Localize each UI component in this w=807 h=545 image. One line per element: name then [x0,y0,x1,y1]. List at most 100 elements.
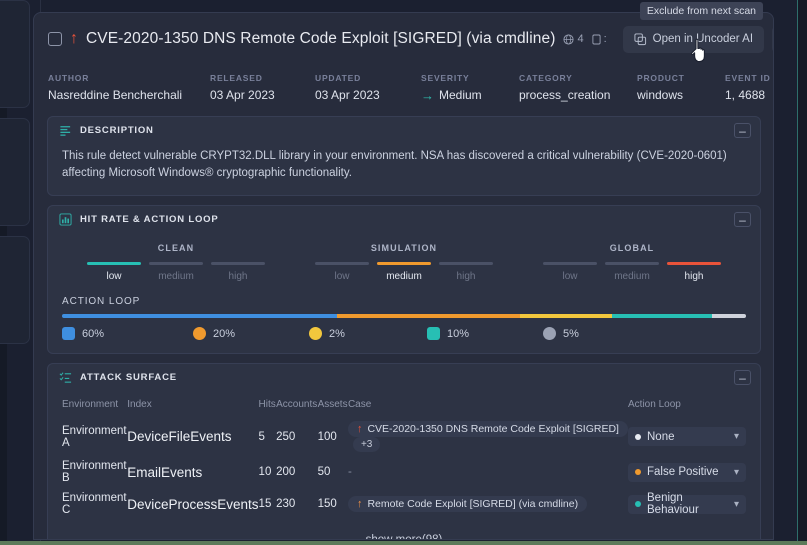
action-loop-select-row-1[interactable]: None ▾ [628,427,746,446]
cell-accounts: 230 [276,488,317,520]
action-loop-value: None [647,431,675,443]
hit-rate-group-global: GLOBAL low medium high [518,243,746,282]
seg-bar [377,262,431,265]
show-more-row: show more(98) [62,520,746,540]
cell-index: DeviceProcessEvents [127,488,258,520]
hit-rate-card-header[interactable]: HIT RATE & ACTION LOOP – [48,206,760,233]
seg-bar [315,262,369,265]
cell-environment: Environment C [62,488,127,520]
action-loop-bar-segment-investigation [520,314,612,318]
case-chip[interactable]: ↑ CVE-2020-1350 DNS Remote Code Exploit … [348,421,628,437]
meta-updated-key: UPDATED [315,73,421,83]
cell-action-loop: False Positive ▾ [628,456,746,488]
hit-rate-clean-segments: low medium high [87,262,265,282]
action-loop-value: Benign Behaviour [647,492,728,516]
cell-action-loop: Benign Behaviour ▾ [628,488,746,520]
no-action-icon [543,327,556,340]
right-rail [798,0,807,545]
action-loop-bar-segment-benign [612,314,712,318]
hit-rate-clean-medium: medium [149,262,203,282]
meta-severity: SEVERITY → Medium [421,73,519,102]
rule-select-checkbox[interactable] [48,32,62,46]
meta-author-key: AUTHOR [48,73,210,83]
case-up-arrow-icon: ↑ [357,499,363,510]
background-card [0,236,30,344]
warning-triangle-icon [62,327,75,340]
attack-surface-card: ATTACK SURFACE – Environment Index Hits … [47,363,761,540]
background-card-column [0,0,34,545]
background-card [0,0,30,108]
hit-rate-group-clean-title: CLEAN [158,243,195,253]
meta-product-value: windows [637,88,725,102]
rule-header: ↑ CVE-2020-1350 DNS Remote Code Exploit … [34,13,773,65]
attack-surface-card-header[interactable]: ATTACK SURFACE – [48,364,760,391]
background-card [0,118,30,226]
benign-icon [427,327,440,340]
meta-released-value: 03 Apr 2023 [210,88,315,102]
meta-severity-value-wrap: → Medium [421,88,519,102]
action-loop-bar-segment-incident [62,314,337,318]
th-hits: Hits [259,395,277,417]
hit-rate-global-segments: low medium high [543,262,721,282]
device-icon [592,34,601,45]
description-title: DESCRIPTION [80,125,154,136]
mouse-cursor-pointer [690,38,712,64]
th-index: Index [127,395,258,417]
seg-bar [211,262,265,265]
cell-hits: 15 [259,488,277,520]
hit-rate-collapse-button[interactable]: – [734,212,751,227]
meta-released: RELEASED 03 Apr 2023 [210,73,315,102]
cell-case: ↑ CVE-2020-1350 DNS Remote Code Exploit … [348,417,628,456]
attack-surface-body: Environment Index Hits Accounts Assets C… [48,391,760,540]
action-loop-legend-item: 20% [193,327,309,340]
rule-detail-panel: ↑ CVE-2020-1350 DNS Remote Code Exploit … [33,12,774,540]
action-loop-legend: 60% 20% 2% 10% 5% [62,327,746,340]
device-count-value: : [604,33,607,45]
case-overflow-badge[interactable]: +3 [353,437,380,452]
action-loop-legend-value: 20% [213,328,235,340]
table-row[interactable]: Environment A DeviceFileEvents 5 250 100… [62,417,746,456]
meta-category-value: process_creation [519,88,637,102]
cell-action-loop: None ▾ [628,417,746,456]
hit-rate-groups: CLEAN low medium high [62,237,746,284]
action-loop-legend-value: 5% [563,328,579,340]
action-loop-legend-value: 2% [329,328,345,340]
show-more-link[interactable]: show more(98) [366,534,443,540]
action-loop-select-row-2[interactable]: False Positive ▾ [628,463,746,482]
meta-released-key: RELEASED [210,73,315,83]
status-dot [635,501,641,507]
hunt-button[interactable]: Hunt [772,26,774,53]
action-loop-legend-item: 60% [62,327,193,340]
chevron-down-icon: ▾ [734,467,739,478]
chevron-down-icon: ▾ [734,499,739,510]
cell-hits: 10 [259,456,277,488]
cell-case: ↑ Remote Code Exploit [SIGRED] (via cmdl… [348,488,628,520]
seg-label: medium [386,271,422,282]
case-up-arrow-icon: ↑ [357,424,363,435]
action-loop-legend-item: 10% [427,327,543,340]
case-chip[interactable]: ↑ Remote Code Exploit [SIGRED] (via cmdl… [348,496,587,512]
status-dot [635,434,641,440]
table-row[interactable]: Environment B EmailEvents 10 200 50 - Fa… [62,456,746,488]
table-row[interactable]: Environment C DeviceProcessEvents 15 230… [62,488,746,520]
description-text: This rule detect vulnerable CRYPT32.DLL … [62,148,746,182]
description-card-header[interactable]: DESCRIPTION – [48,117,760,144]
bar-chart-icon [59,213,72,226]
chevron-down-icon: ▾ [734,431,739,442]
seg-label: medium [158,271,194,282]
hit-rate-card: HIT RATE & ACTION LOOP – CLEAN low mediu [47,205,761,354]
cell-assets: 150 [318,488,348,520]
hit-rate-clean-low: low [87,262,141,282]
magnifier-icon [309,327,322,340]
attack-surface-collapse-button[interactable]: – [734,370,751,385]
description-collapse-button[interactable]: – [734,123,751,138]
case-chip-label: CVE-2020-1350 DNS Remote Code Exploit [S… [367,423,619,435]
meta-product: PRODUCT windows [637,73,725,102]
action-loop-select-row-3[interactable]: Benign Behaviour ▾ [628,495,746,514]
device-count: : [592,33,607,45]
meta-severity-value: Medium [439,88,482,102]
globe-count-value: 4 [577,33,583,45]
meta-updated: UPDATED 03 Apr 2023 [315,73,421,102]
description-body: This rule detect vulnerable CRYPT32.DLL … [48,144,760,195]
cell-environment: Environment B [62,456,127,488]
